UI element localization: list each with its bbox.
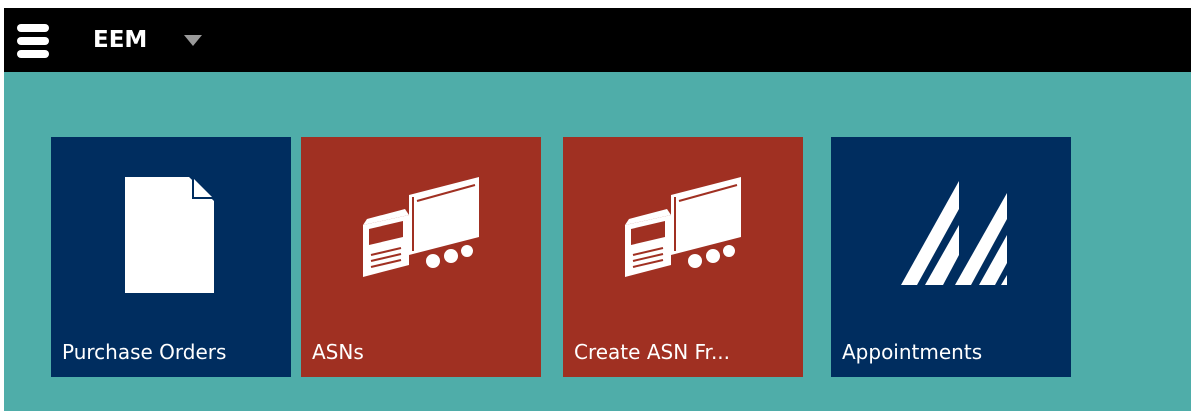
appointments-stripes-icon <box>901 181 1007 285</box>
truck-icon <box>625 177 741 277</box>
app-frame: EEM Purchase Orders ASNs Create ASN Fr..… <box>4 8 1191 411</box>
top-bar: EEM <box>4 8 1191 72</box>
tile-asns[interactable]: ASNs <box>301 137 541 377</box>
app-title: EEM <box>93 27 148 53</box>
tile-purchase-orders[interactable]: Purchase Orders <box>51 137 291 377</box>
document-icon <box>125 177 214 293</box>
truck-icon <box>363 177 479 277</box>
tile-appointments[interactable]: Appointments <box>831 137 1071 377</box>
tile-create-asn[interactable]: Create ASN Fr... <box>563 137 803 377</box>
tile-label: Appointments <box>842 340 983 364</box>
caret-down-icon[interactable] <box>184 35 202 46</box>
tile-label: ASNs <box>312 340 364 364</box>
tile-label: Purchase Orders <box>62 340 227 364</box>
tile-label: Create ASN Fr... <box>574 340 731 364</box>
hamburger-menu-icon[interactable] <box>17 24 49 58</box>
